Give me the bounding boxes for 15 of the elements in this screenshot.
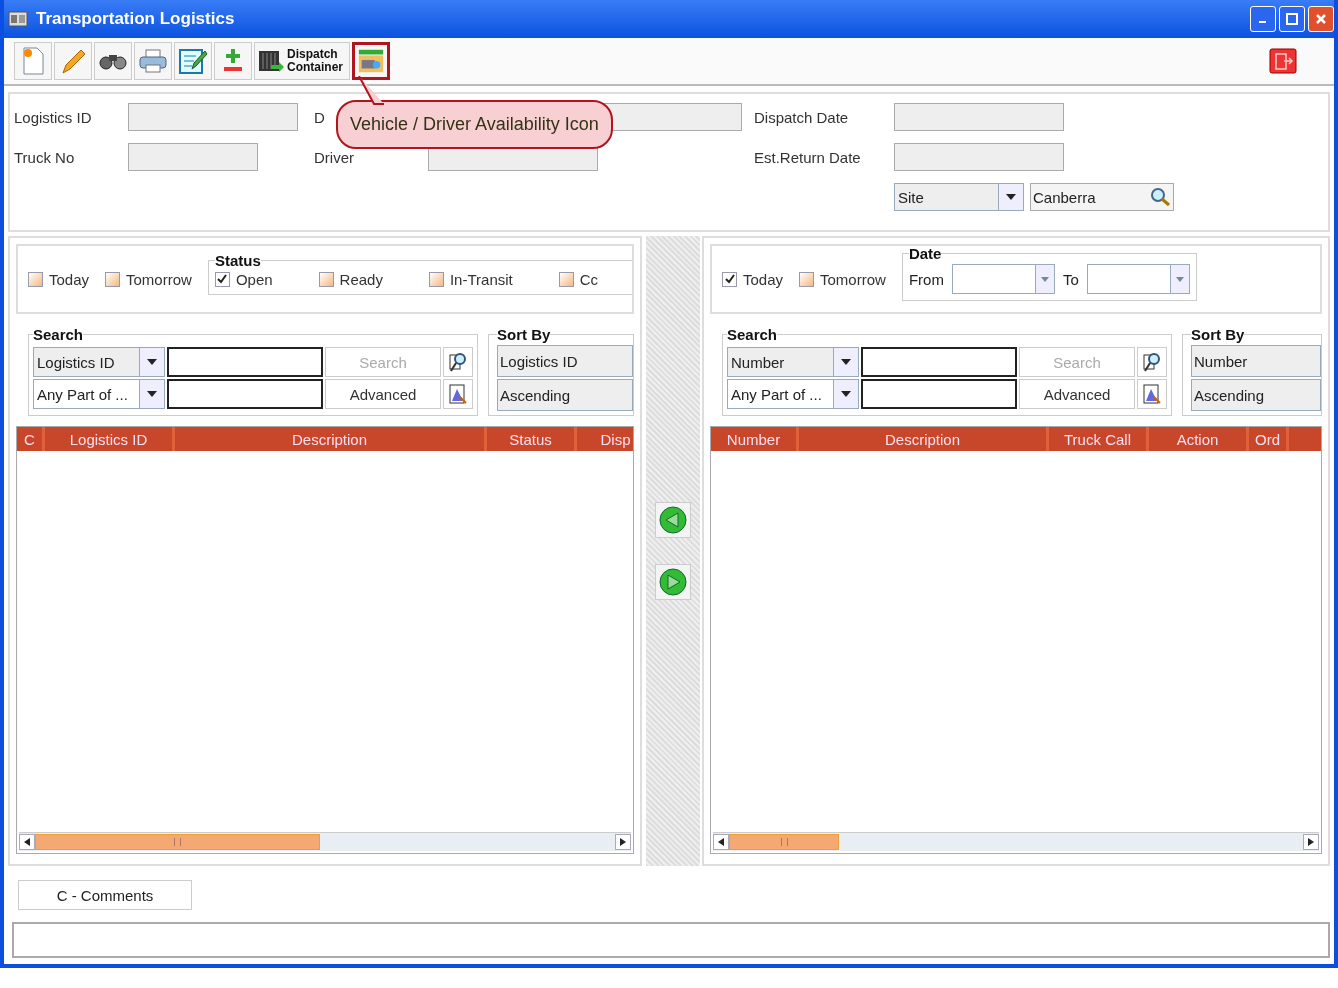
field-label: Driver xyxy=(314,148,354,166)
group-title: Date xyxy=(908,246,942,262)
group-title: Sort By xyxy=(497,326,551,343)
field-label: Truck No xyxy=(14,148,76,166)
field-label: Logistics ID xyxy=(14,108,93,126)
field-label: D xyxy=(314,108,325,126)
field-label: To xyxy=(1062,270,1079,288)
group-title: Sort By xyxy=(1191,326,1245,343)
field-label: From xyxy=(908,270,944,288)
group-title: Search xyxy=(33,326,84,343)
group-title: Search xyxy=(727,326,778,343)
field-label: Est.Return Date xyxy=(754,148,862,166)
window-title: Transportation Logistics xyxy=(36,9,235,29)
field-label: Dispatch Date xyxy=(754,108,850,126)
group-title: Status xyxy=(214,251,261,269)
